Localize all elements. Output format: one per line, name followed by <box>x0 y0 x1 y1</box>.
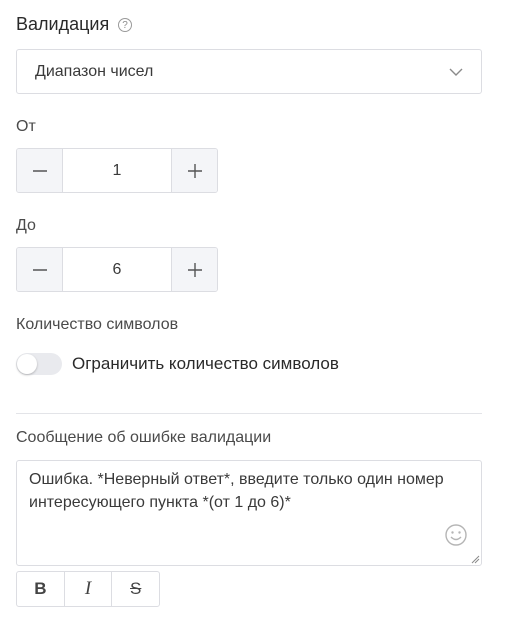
minus-icon <box>32 268 47 271</box>
format-toolbar: B I S <box>16 571 160 607</box>
error-message-textarea[interactable]: Ошибка. *Неверный ответ*, введите только… <box>16 460 482 566</box>
to-decrement-button[interactable] <box>17 248 62 291</box>
bold-icon: B <box>34 579 47 598</box>
validation-type-select[interactable]: Диапазон чисел <box>16 49 482 94</box>
to-increment-button[interactable] <box>172 248 217 291</box>
error-message-text: Ошибка. *Неверный ответ*, введите только… <box>29 471 444 511</box>
validation-type-value: Диапазон чисел <box>35 62 154 80</box>
toggle-knob <box>17 354 37 374</box>
strikethrough-button[interactable]: S <box>111 572 159 606</box>
from-value-input[interactable]: 1 <box>62 149 172 192</box>
char-count-label: Количество символов <box>16 316 179 333</box>
smiley-icon[interactable] <box>445 524 467 546</box>
minus-icon <box>32 169 47 172</box>
plus-icon <box>187 262 202 277</box>
to-label: До <box>16 217 36 234</box>
to-value-input[interactable]: 6 <box>62 248 172 291</box>
char-limit-toggle[interactable] <box>16 353 62 375</box>
from-increment-button[interactable] <box>172 149 217 192</box>
bold-button[interactable]: B <box>17 572 64 606</box>
question-circle-icon[interactable]: ? <box>118 18 132 32</box>
chevron-down-icon <box>449 68 463 76</box>
char-limit-toggle-label[interactable]: Ограничить количество символов <box>72 354 339 374</box>
italic-icon: I <box>84 578 92 599</box>
to-stepper: 6 <box>16 247 218 292</box>
plus-icon <box>187 163 202 178</box>
from-decrement-button[interactable] <box>17 149 62 192</box>
validation-title: Валидация <box>16 14 110 34</box>
italic-button[interactable]: I <box>63 572 112 606</box>
strikethrough-icon: S <box>130 579 142 598</box>
error-message-label: Сообщение об ошибке валидации <box>16 429 272 446</box>
divider <box>16 413 482 414</box>
from-stepper: 1 <box>16 148 218 193</box>
resize-handle-icon[interactable] <box>471 555 480 564</box>
from-label: От <box>16 118 36 135</box>
